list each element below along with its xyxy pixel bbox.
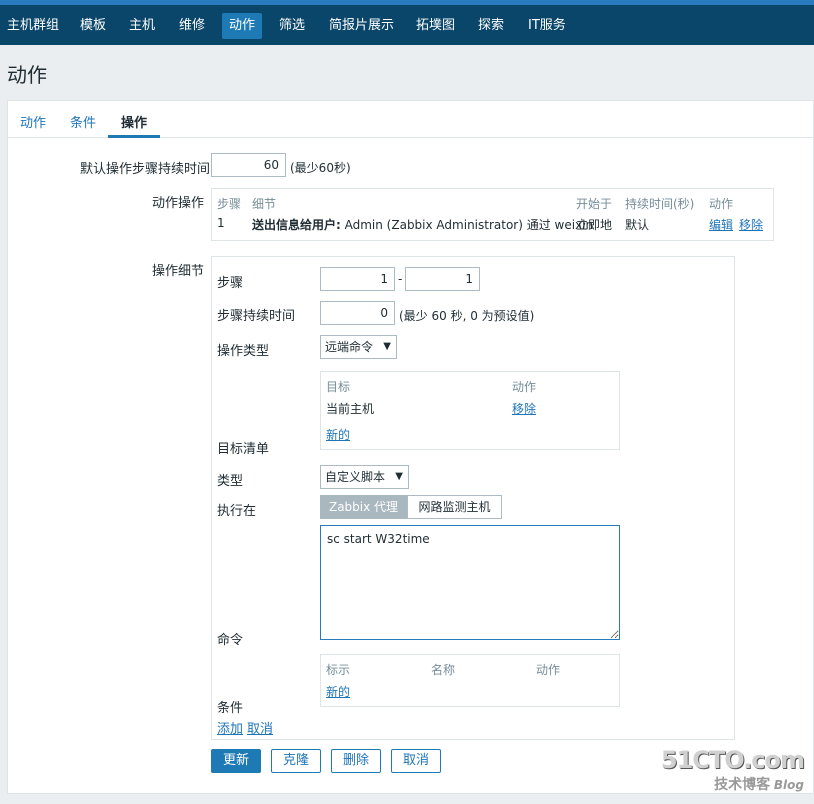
target-list-label: 目标清单 bbox=[217, 442, 270, 457]
nav-actions[interactable]: 动作 bbox=[222, 13, 263, 39]
col-label: 标示 bbox=[326, 663, 351, 677]
nav-discovery[interactable]: 探索 bbox=[471, 13, 511, 39]
chevron-down-icon: ▼ bbox=[395, 471, 403, 482]
op-step: 1 bbox=[217, 216, 225, 230]
watermark: 51CTO.com 技术博客 Blog bbox=[660, 746, 805, 794]
command-label: 命令 bbox=[217, 633, 244, 648]
delete-button[interactable]: 删除 bbox=[331, 749, 381, 773]
execute-on-zabbix-server[interactable]: 网路监测主机 bbox=[407, 495, 502, 519]
watermark-logo: 51CTO.com bbox=[660, 746, 805, 774]
execute-on-zabbix-agent[interactable]: Zabbix 代理 bbox=[320, 495, 407, 519]
target-remove-link[interactable]: 移除 bbox=[512, 400, 536, 417]
step-duration-label: 步骤持续时间 bbox=[217, 309, 296, 324]
condition-new-link[interactable]: 新的 bbox=[326, 683, 350, 700]
cancel-button[interactable]: 取消 bbox=[391, 749, 441, 773]
step-duration-input[interactable] bbox=[320, 301, 395, 325]
op-start: 立即地 bbox=[576, 218, 613, 232]
default-step-duration-hint: (最少60秒) bbox=[290, 161, 351, 175]
operation-details-box: 步骤 - 步骤持续时间 (最少 60 秒, 0 为预设值) 操作类型 远端命令 … bbox=[211, 256, 735, 740]
target-new-link[interactable]: 新的 bbox=[326, 426, 350, 443]
command-textarea[interactable]: sc start W32time bbox=[320, 525, 620, 640]
action-operations-label: 动作操作 bbox=[152, 196, 205, 211]
tab-bar: 动作 条件 操作 bbox=[8, 101, 813, 138]
target-current-host: 当前主机 bbox=[326, 402, 375, 416]
script-type-value: 自定义脚本 bbox=[325, 470, 386, 484]
target-list-table: 目标 动作 当前主机 移除 新的 bbox=[320, 371, 620, 450]
nav-slide-shows[interactable]: 简报片展示 bbox=[322, 13, 401, 39]
nav-filters[interactable]: 筛选 bbox=[272, 13, 312, 39]
operation-type-select[interactable]: 远端命令 ▼ bbox=[320, 335, 397, 359]
tab-conditions[interactable]: 条件 bbox=[70, 112, 96, 131]
step-from-input[interactable] bbox=[320, 267, 395, 291]
col-details: 细节 bbox=[252, 197, 277, 211]
type-label: 类型 bbox=[217, 474, 244, 489]
operation-type-label: 操作类型 bbox=[217, 344, 270, 359]
op-edit-link[interactable]: 编辑 bbox=[709, 216, 733, 233]
page-title: 动作 bbox=[7, 63, 47, 87]
col-target: 目标 bbox=[326, 380, 351, 394]
nav-maintenance[interactable]: 维修 bbox=[172, 13, 212, 39]
watermark-blog: Blog bbox=[773, 778, 804, 792]
tab-operations[interactable]: 操作 bbox=[121, 112, 147, 131]
tab-action[interactable]: 动作 bbox=[20, 112, 46, 131]
nav-host-groups[interactable]: 主机群组 bbox=[0, 13, 66, 39]
add-operation-link[interactable]: 添加 bbox=[217, 718, 243, 737]
action-form-panel: 动作 条件 操作 默认操作步骤持续时间 (最少60秒) 动作操作 步骤 细节 开… bbox=[7, 100, 814, 794]
col-condition-action: 动作 bbox=[536, 663, 561, 677]
col-duration: 持续时间(秒) bbox=[625, 197, 695, 211]
nav-it-services[interactable]: IT服务 bbox=[521, 13, 573, 39]
watermark-sub: 技术博客 bbox=[714, 777, 771, 793]
clone-button[interactable]: 克隆 bbox=[271, 749, 321, 773]
cancel-operation-link[interactable]: 取消 bbox=[247, 718, 273, 737]
col-target-action: 动作 bbox=[512, 380, 537, 394]
step-separator: - bbox=[398, 272, 403, 286]
col-name: 名称 bbox=[431, 663, 456, 677]
update-button[interactable]: 更新 bbox=[211, 749, 261, 773]
nav-hosts[interactable]: 主机 bbox=[122, 13, 162, 39]
operation-details-label: 操作细节 bbox=[152, 264, 205, 279]
op-detail-bold: 送出信息给用户: bbox=[252, 218, 341, 232]
execute-on-label: 执行在 bbox=[217, 504, 257, 519]
op-detail-rest: Admin (Zabbix Administrator) 通过 weixin bbox=[340, 218, 594, 232]
step-duration-hint: (最少 60 秒, 0 为预设值) bbox=[399, 309, 535, 323]
nav-maps[interactable]: 拓墣图 bbox=[409, 13, 462, 39]
op-duration: 默认 bbox=[625, 218, 650, 232]
top-navigation: 主机群组 模板 主机 维修 动作 筛选 简报片展示 拓墣图 探索 IT服务 bbox=[0, 0, 814, 45]
conditions-table: 标示 名称 动作 新的 bbox=[320, 654, 620, 707]
col-action: 动作 bbox=[709, 197, 734, 211]
default-step-duration-label: 默认操作步骤持续时间 bbox=[80, 162, 211, 177]
default-step-duration-input[interactable] bbox=[211, 153, 286, 177]
col-start-in: 开始于 bbox=[576, 197, 613, 211]
op-remove-link[interactable]: 移除 bbox=[739, 216, 763, 233]
operations-table: 步骤 细节 开始于 持续时间(秒) 动作 1 送出信息给用户: Admin (Z… bbox=[211, 188, 774, 241]
step-to-input[interactable] bbox=[405, 267, 480, 291]
step-label: 步骤 bbox=[217, 276, 244, 291]
active-tab-indicator bbox=[108, 135, 160, 138]
watermark-sub-row: 技术博客 Blog bbox=[661, 774, 804, 794]
col-step: 步骤 bbox=[217, 197, 242, 211]
op-detail: 送出信息给用户: Admin (Zabbix Administrator) 通过… bbox=[252, 216, 593, 233]
conditions-label: 条件 bbox=[217, 701, 244, 716]
chevron-down-icon: ▼ bbox=[383, 341, 391, 352]
script-type-select[interactable]: 自定义脚本 ▼ bbox=[320, 465, 409, 489]
operation-type-value: 远端命令 bbox=[325, 340, 374, 354]
nav-templates[interactable]: 模板 bbox=[73, 13, 113, 39]
